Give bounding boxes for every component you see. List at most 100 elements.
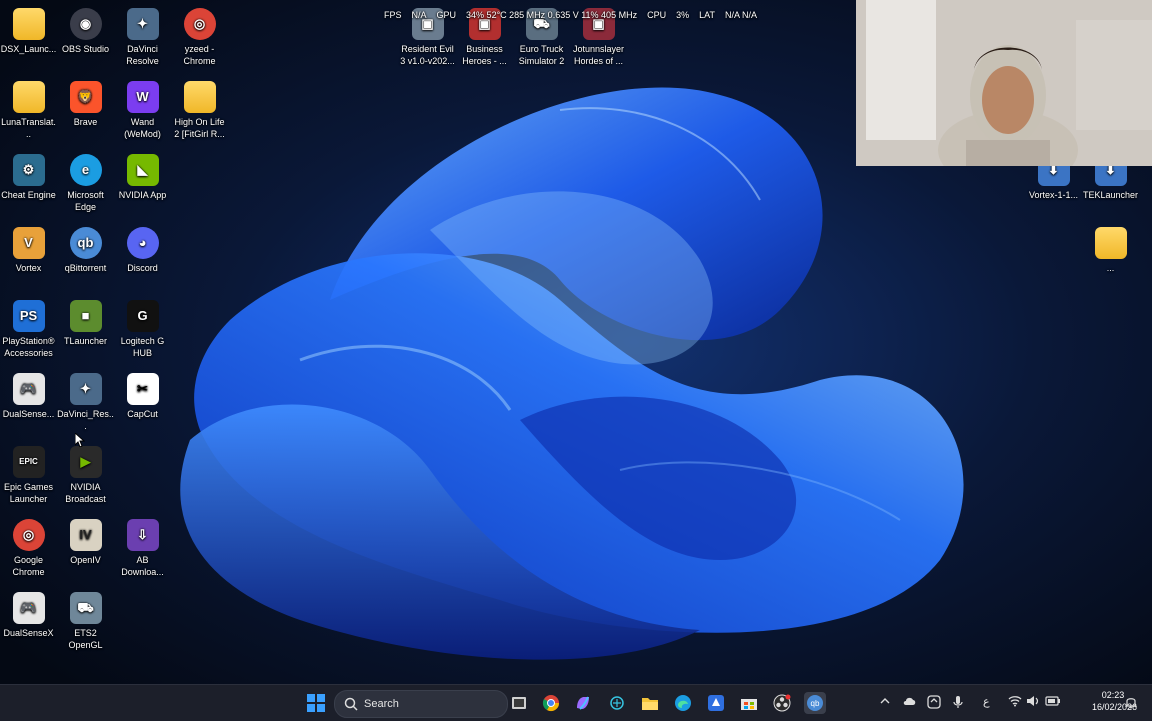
microsoft-store-icon — [741, 699, 757, 710]
app-store-icon — [708, 695, 724, 711]
desktop-icon-qbittorrent[interactable]: qb qBittorrent — [57, 223, 114, 274]
taskbar-obs[interactable] — [771, 692, 793, 714]
desktop-icon-davinci-res[interactable]: ✦ DaVinci_Res... — [57, 369, 114, 432]
desktop-icon-tlauncher[interactable]: ■ TLauncher — [57, 296, 114, 347]
desktop-icon-dualsense[interactable]: 🎮 DualSense... — [0, 369, 57, 420]
taskbar-chrome[interactable] — [540, 692, 562, 714]
nvidia-broadcast-icon: ▶ — [69, 446, 102, 478]
desktop-icon-capcut[interactable]: ✂ CapCut — [114, 369, 171, 420]
tray-network[interactable] — [1008, 695, 1022, 710]
icon-label: LunaTranslat... — [1, 117, 56, 139]
desktop-icon-vortex[interactable]: V Vortex — [0, 223, 57, 274]
icon-label: Wand (WeMod) — [124, 117, 161, 139]
cloud-icon — [903, 697, 916, 705]
icon-label: Microsoft Edge — [67, 190, 104, 212]
dualsense-icon: 🎮 — [12, 592, 45, 624]
icon-label: AB Downloa... — [121, 555, 164, 577]
taskbar-copilot[interactable] — [572, 692, 594, 714]
desktop-icon-ets2-opengl[interactable]: ⛟ ETS2 OpenGL — [57, 588, 114, 651]
tlauncher-icon: ■ — [69, 300, 102, 332]
desktop-icon-folder[interactable]: ... — [1082, 223, 1139, 274]
icon-label: PlayStation® Accessories — [2, 336, 55, 358]
tray-microphone[interactable] — [952, 695, 964, 712]
desktop-icon-google-chrome[interactable]: ◎ Google Chrome — [0, 515, 57, 578]
desktop-icon-nvidia-broadcast[interactable]: ▶ NVIDIA Broadcast — [57, 442, 114, 505]
icon-label: TEKLauncher — [1082, 190, 1139, 200]
icon-label: Cheat Engine — [1, 190, 56, 200]
icon-label: Vortex — [15, 263, 42, 273]
gpu-value: 34% 52°C 285 MHz 0.635 V 11% 405 MHz — [466, 10, 638, 20]
icon-label: DaVinci_Res... — [57, 409, 114, 431]
keyboard-layout[interactable]: ع — [983, 695, 990, 708]
icon-label: ETS2 OpenGL — [68, 628, 103, 650]
performance-overlay: FPS N/A GPU 34% 52°C 285 MHz 0.635 V 11%… — [384, 10, 757, 20]
icon-label: Euro Truck Simulator 2 — [518, 44, 565, 66]
qbittorrent-icon: qb — [807, 695, 823, 711]
davinci-resolve-icon: ✦ — [126, 8, 159, 40]
taskbar-edge[interactable] — [672, 692, 694, 714]
tray-volume[interactable] — [1026, 695, 1040, 710]
webcam-person-image — [856, 0, 1152, 166]
bell-icon — [1124, 698, 1138, 709]
taskbar-file-explorer[interactable] — [639, 692, 661, 714]
desktop-icon-dsx-launcher[interactable]: DSX_Launc... — [0, 4, 57, 55]
desktop-icon-discord[interactable]: ◕ Discord — [114, 223, 171, 274]
taskbar-app-store[interactable] — [705, 692, 727, 714]
tray-app-1[interactable] — [927, 695, 941, 712]
ets2-icon: ⛟ — [69, 592, 102, 624]
desktop-icon-obs-studio[interactable]: ◉ OBS Studio — [57, 4, 114, 55]
icon-label: DaVinci Resolve — [126, 44, 159, 66]
discord-icon: ◕ — [126, 227, 159, 259]
tray-battery[interactable] — [1045, 695, 1061, 710]
folder-icon — [12, 81, 45, 113]
desktop-icon-microsoft-edge[interactable]: e Microsoft Edge — [57, 150, 114, 213]
openiv-icon: IV — [69, 519, 102, 551]
chrome-icon: ◎ — [183, 8, 216, 40]
desktop-icon-epic-games-launcher[interactable]: EPIC Epic Games Launcher — [0, 442, 57, 505]
desktop-icon-yzeed-chrome[interactable]: ◎ yzeed - Chrome — [171, 4, 228, 67]
desktop-icon-brave[interactable]: 🦁 Brave — [57, 77, 114, 128]
search-label: Search — [364, 698, 399, 710]
taskbar-qbittorrent[interactable]: qb — [804, 692, 826, 714]
gpu-label: GPU — [436, 10, 457, 20]
desktop-icon-wand-wemod[interactable]: W Wand (WeMod) — [114, 77, 171, 140]
desktop-icon-nvidia-app[interactable]: ◣ NVIDIA App — [114, 150, 171, 201]
taskbar-search[interactable]: Search — [334, 690, 508, 718]
tray-onedrive[interactable] — [903, 695, 917, 710]
notification-button[interactable] — [1124, 695, 1138, 712]
windows-start-button[interactable] — [305, 692, 327, 714]
epic-games-icon: EPIC — [12, 446, 45, 478]
taskbar-cursor-app[interactable] — [606, 692, 628, 714]
icon-label: OBS Studio — [61, 44, 110, 54]
dualsense-icon: 🎮 — [12, 373, 45, 405]
icon-label: DualSenseX — [3, 628, 54, 638]
desktop-icon-lunatranslator[interactable]: LunaTranslat... — [0, 77, 57, 140]
chrome-icon — [542, 695, 560, 712]
desktop-icon-playstation-accessories[interactable]: PS PlayStation® Accessories — [0, 296, 57, 359]
sync-icon — [927, 695, 941, 709]
fps-value: N/A — [411, 10, 427, 20]
desktop-icon-openiv[interactable]: IV OpenIV — [57, 515, 114, 566]
desktop-icon-ab-download[interactable]: ⇩ AB Downloa... — [114, 515, 171, 578]
nvidia-icon: ◣ — [126, 154, 159, 186]
edge-icon — [675, 695, 691, 711]
chevron-up-icon — [880, 698, 890, 704]
desktop-icon-cheat-engine[interactable]: ⚙ Cheat Engine — [0, 150, 57, 201]
wand-icon: W — [126, 81, 159, 113]
icon-label: Logitech G HUB — [120, 336, 165, 358]
icon-label: Vortex-1-1... — [1028, 190, 1079, 200]
tray-overflow-button[interactable] — [879, 695, 891, 710]
desktop-icon-logitech-g-hub[interactable]: G Logitech G HUB — [114, 296, 171, 359]
icon-label: Google Chrome — [12, 555, 45, 577]
desktop-icon-dualsensex[interactable]: 🎮 DualSenseX — [0, 588, 57, 639]
task-view-button[interactable] — [508, 692, 530, 714]
wifi-icon — [1008, 696, 1022, 707]
icon-label: CapCut — [127, 409, 158, 419]
icon-label: Brave — [73, 117, 98, 127]
desktop-icon-davinci-resolve[interactable]: ✦ DaVinci Resolve — [114, 4, 171, 67]
desktop-icon-high-on-life-2[interactable]: High On Life 2 [FitGirl R... — [171, 77, 228, 140]
taskbar-microsoft-store[interactable] — [738, 692, 760, 714]
icon-label: Jotunnslayer Hordes of ... — [572, 44, 625, 66]
file-explorer-icon — [642, 698, 658, 710]
logitech-icon: G — [126, 300, 159, 332]
